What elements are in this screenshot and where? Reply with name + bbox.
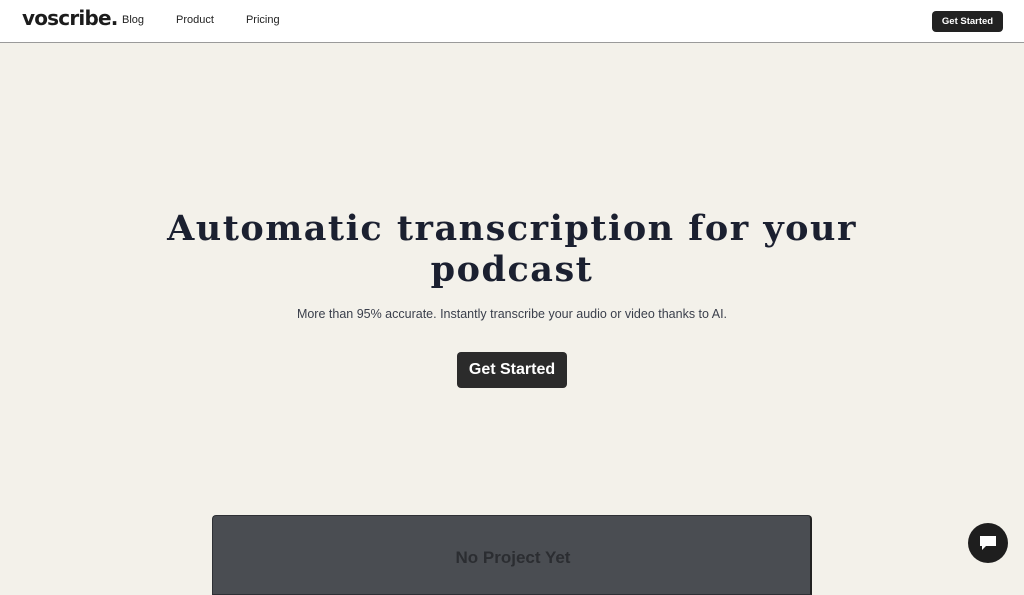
voscribe-logo[interactable]: voscribe. — [22, 6, 118, 30]
empty-project-label: No Project Yet — [455, 548, 571, 567]
hero-subtitle: More than 95% accurate. Instantly transc… — [296, 307, 728, 321]
nav-link-pricing[interactable]: Pricing — [246, 14, 280, 26]
hero-title-line-1: Automatic transcription for your — [167, 208, 857, 249]
nav-links: Blog Product Pricing — [122, 14, 312, 26]
hero-title-line-2: podcast — [430, 249, 594, 290]
chat-launcher-button[interactable] — [968, 523, 1008, 563]
nav-link-blog[interactable]: Blog — [122, 14, 144, 26]
project-preview-panel: No Project Yet — [212, 515, 812, 595]
hero-title: Automatic transcription for your podcast — [0, 208, 1024, 290]
top-navbar: voscribe. Blog Product Pricing Get Start… — [0, 0, 1024, 43]
chat-icon — [980, 536, 996, 550]
hero-get-started-button[interactable]: Get Started — [457, 352, 567, 388]
header-get-started-button[interactable]: Get Started — [932, 11, 1003, 32]
nav-link-product[interactable]: Product — [176, 14, 214, 26]
